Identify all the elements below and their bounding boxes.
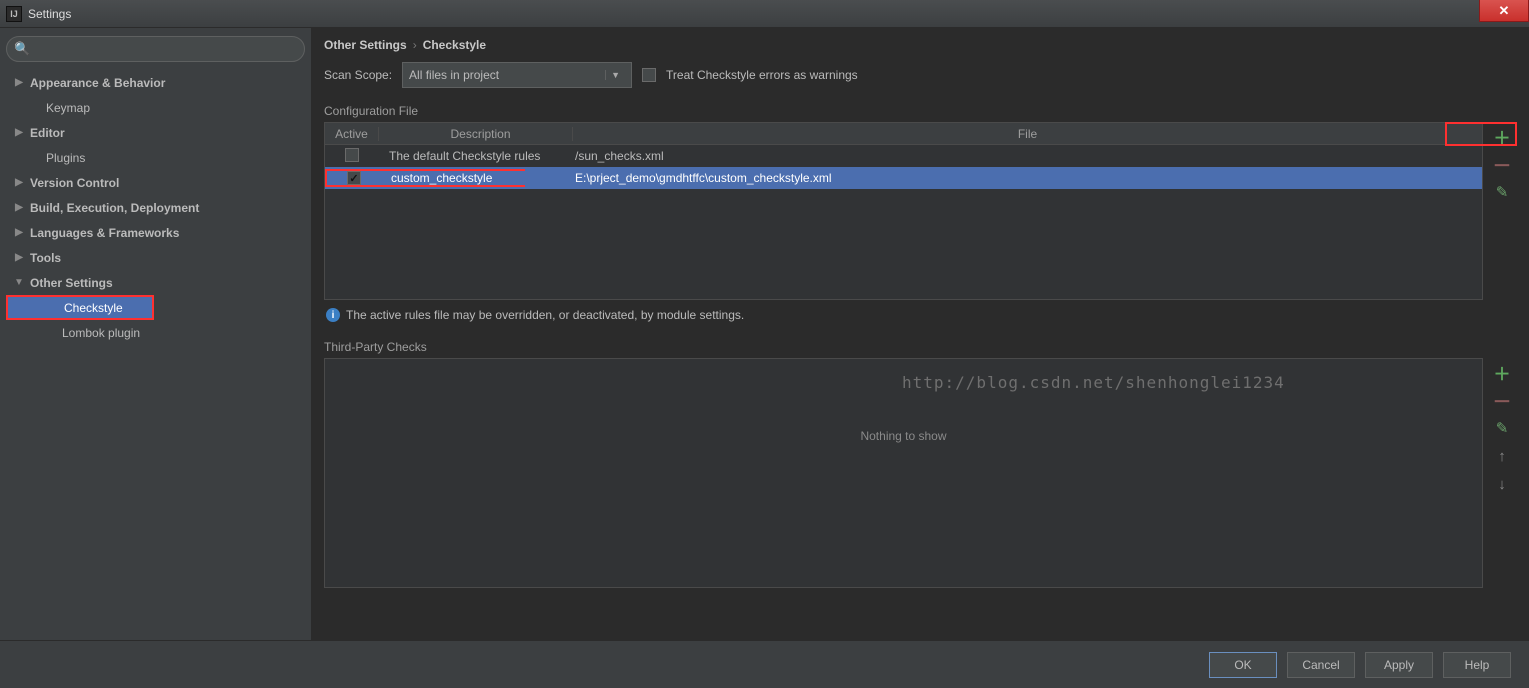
expand-arrow-icon: ▶	[12, 127, 26, 138]
tree-label: Editor	[30, 126, 65, 140]
tree-item-keymap[interactable]: Keymap	[6, 95, 305, 120]
tree-item-languages[interactable]: ▶ Languages & Frameworks	[6, 220, 305, 245]
tree-item-other-settings[interactable]: ▼ Other Settings	[6, 270, 305, 295]
info-icon: i	[326, 308, 340, 322]
config-table-header: Active Description File	[325, 123, 1482, 145]
help-button[interactable]: Help	[1443, 652, 1511, 678]
expand-arrow-icon: ▶	[12, 227, 26, 238]
col-header-description[interactable]: Description	[379, 127, 573, 141]
breadcrumb: Other Settings › Checkstyle	[324, 36, 1517, 62]
tree-label: Build, Execution, Deployment	[30, 201, 199, 215]
file-cell: E:\prject_demo\gmdhtffc\custom_checkstyl…	[525, 171, 1482, 185]
cancel-button[interactable]: Cancel	[1287, 652, 1355, 678]
active-cell[interactable]	[325, 148, 379, 165]
remove-config-button[interactable]: －	[1490, 152, 1514, 176]
scan-scope-label: Scan Scope:	[324, 68, 392, 82]
table-row[interactable]: ✓ custom_checkstyle E:\prject_demo\gmdht…	[325, 167, 1482, 189]
tree-label: Lombok plugin	[62, 326, 140, 340]
tree-item-version-control[interactable]: ▶ Version Control	[6, 170, 305, 195]
tree-label: Other Settings	[30, 276, 113, 290]
scan-scope-combobox[interactable]: All files in project ▼	[402, 62, 632, 88]
expand-arrow-icon: ▶	[12, 77, 26, 88]
expand-arrow-icon: ▶	[12, 202, 26, 213]
col-header-active[interactable]: Active	[325, 127, 379, 141]
row-active-checkbox[interactable]: ✓	[347, 171, 361, 185]
treat-warnings-label: Treat Checkstyle errors as warnings	[666, 68, 858, 82]
search-icon: 🔍	[14, 41, 30, 57]
table-row[interactable]: The default Checkstyle rules /sun_checks…	[325, 145, 1482, 167]
settings-sidebar: 🔍 ▶ Appearance & Behavior Keymap ▶ Editor …	[0, 28, 312, 640]
expand-arrow-icon: ▶	[12, 252, 26, 263]
apply-button[interactable]: Apply	[1365, 652, 1433, 678]
tree-item-build[interactable]: ▶ Build, Execution, Deployment	[6, 195, 305, 220]
collapse-arrow-icon: ▼	[12, 277, 26, 288]
edit-config-button[interactable]: ✎	[1490, 180, 1514, 204]
settings-main-panel: Other Settings › Checkstyle Scan Scope: …	[312, 28, 1529, 640]
third-party-empty: Nothing to show	[325, 359, 1482, 443]
desc-cell: custom_checkstyle	[381, 171, 492, 185]
remove-thirdparty-button[interactable]: －	[1490, 388, 1514, 412]
window-title: Settings	[28, 7, 71, 21]
third-party-panel: Nothing to show	[324, 358, 1483, 588]
config-note-text: The active rules file may be overridden,…	[346, 308, 744, 322]
add-config-button[interactable]: ＋	[1490, 124, 1514, 148]
move-down-button[interactable]: ↓	[1490, 472, 1514, 496]
tree-label: Tools	[30, 251, 61, 265]
tree-label: Languages & Frameworks	[30, 226, 179, 240]
row-active-checkbox[interactable]	[345, 148, 359, 162]
config-file-panel: Active Description File The default Chec…	[324, 122, 1483, 300]
edit-thirdparty-button[interactable]: ✎	[1490, 416, 1514, 440]
tree-item-appearance[interactable]: ▶ Appearance & Behavior	[6, 70, 305, 95]
tree-label: Version Control	[30, 176, 119, 190]
ok-button[interactable]: OK	[1209, 652, 1277, 678]
breadcrumb-current: Checkstyle	[423, 38, 486, 52]
row-highlight-box: ✓ custom_checkstyle	[325, 169, 525, 188]
tree-item-lombok[interactable]: Lombok plugin	[6, 320, 305, 345]
config-section-title: Configuration File	[324, 104, 1517, 118]
third-party-title: Third-Party Checks	[324, 340, 1517, 354]
tree-item-plugins[interactable]: Plugins	[6, 145, 305, 170]
tree-item-tools[interactable]: ▶ Tools	[6, 245, 305, 270]
add-thirdparty-button[interactable]: ＋	[1490, 360, 1514, 384]
col-header-file[interactable]: File	[573, 127, 1482, 141]
settings-search-input[interactable]	[6, 36, 305, 62]
tree-label: Checkstyle	[64, 301, 123, 315]
dialog-footer: OK Cancel Apply Help	[0, 640, 1529, 688]
expand-arrow-icon: ▶	[12, 177, 26, 188]
tree-item-editor[interactable]: ▶ Editor	[6, 120, 305, 145]
breadcrumb-parent[interactable]: Other Settings	[324, 38, 407, 52]
tree-label: Appearance & Behavior	[30, 76, 165, 90]
chevron-right-icon: ›	[413, 38, 417, 52]
window-close-button[interactable]: ✕	[1479, 0, 1529, 22]
settings-tree: ▶ Appearance & Behavior Keymap ▶ Editor Pl…	[6, 70, 305, 345]
file-cell: /sun_checks.xml	[573, 149, 1482, 163]
tree-item-checkstyle[interactable]: Checkstyle	[6, 295, 154, 320]
treat-warnings-checkbox[interactable]	[642, 68, 656, 82]
tree-label: Keymap	[46, 101, 90, 115]
scan-scope-value: All files in project	[409, 68, 499, 82]
app-icon: IJ	[6, 6, 22, 22]
desc-cell: The default Checkstyle rules	[379, 149, 573, 163]
move-up-button[interactable]: ↑	[1490, 444, 1514, 468]
config-note: i The active rules file may be overridde…	[324, 300, 1517, 324]
title-bar: IJ Settings ✕	[0, 0, 1529, 28]
tree-label: Plugins	[46, 151, 85, 165]
chevron-down-icon: ▼	[605, 70, 625, 80]
